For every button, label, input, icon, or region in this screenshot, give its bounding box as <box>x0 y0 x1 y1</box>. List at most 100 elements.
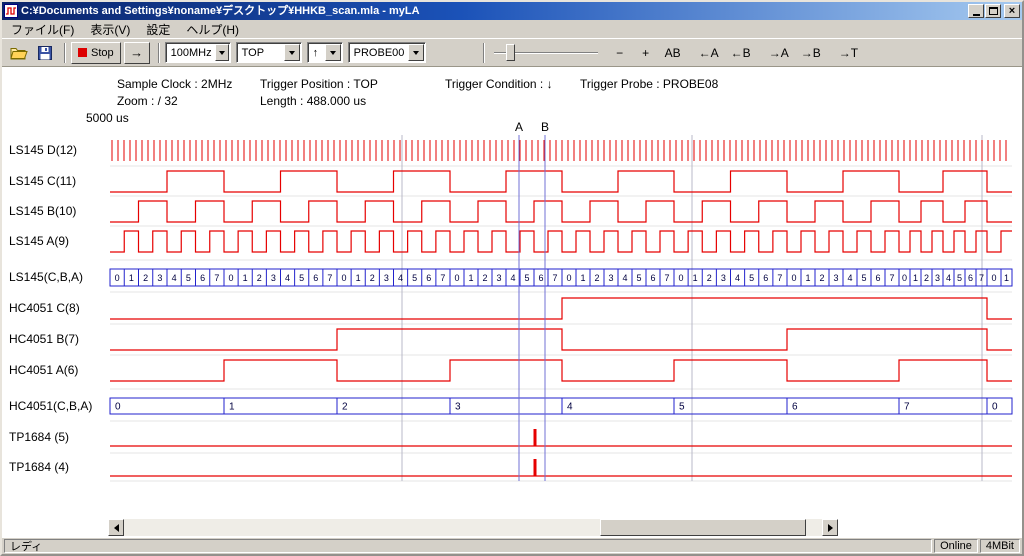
svg-text:5: 5 <box>524 273 529 283</box>
slider-thumb[interactable] <box>506 44 515 61</box>
channel-label: HC4051 A(6) <box>9 363 107 377</box>
channel-label: LS145 D(12) <box>9 143 107 157</box>
scrollbar-thumb[interactable] <box>600 519 806 536</box>
status-online: Online <box>934 539 978 553</box>
jump-cursor-b-right-button[interactable]: →B <box>796 42 826 64</box>
svg-text:4: 4 <box>285 273 290 283</box>
svg-text:6: 6 <box>538 273 543 283</box>
chevron-down-icon[interactable] <box>284 44 300 61</box>
svg-text:0: 0 <box>791 273 796 283</box>
svg-text:1: 1 <box>693 273 698 283</box>
svg-text:1: 1 <box>580 273 585 283</box>
svg-text:4: 4 <box>847 273 852 283</box>
jump-trigger-button[interactable]: →T <box>834 42 863 64</box>
stop-icon <box>78 48 87 57</box>
zoom-in-button[interactable]: + <box>634 42 658 64</box>
svg-text:3: 3 <box>455 402 461 413</box>
ab-cursor-button[interactable]: AB <box>660 42 686 64</box>
save-button[interactable] <box>33 42 57 64</box>
trigger-edge-value: ↑ <box>313 47 322 59</box>
channel-label: HC4051 B(7) <box>9 332 107 346</box>
svg-text:7: 7 <box>777 273 782 283</box>
status-bar: レディ Online 4MBit <box>2 538 1022 554</box>
svg-text:7: 7 <box>440 273 445 283</box>
channel-waveform <box>110 360 1012 381</box>
close-button[interactable]: × <box>1004 4 1020 18</box>
svg-text:5: 5 <box>679 402 685 413</box>
svg-text:0: 0 <box>679 273 684 283</box>
toolbar-separator <box>64 43 66 63</box>
svg-text:3: 3 <box>496 273 501 283</box>
svg-text:2: 2 <box>819 273 824 283</box>
svg-text:5: 5 <box>636 273 641 283</box>
open-file-button[interactable] <box>7 42 31 64</box>
svg-text:2: 2 <box>342 402 348 413</box>
run-button[interactable]: → <box>124 42 150 64</box>
svg-text:3: 3 <box>157 273 162 283</box>
channel-waveform: 0123456701234567012345670123456701234567… <box>110 269 1012 286</box>
trigger-edge-select[interactable]: ↑ <box>307 42 343 63</box>
trigger-position-select[interactable]: TOP <box>236 42 302 63</box>
app-window: C:¥Documents and Settings¥noname¥デスクトップ¥… <box>0 0 1024 556</box>
svg-text:6: 6 <box>313 273 318 283</box>
save-floppy-icon <box>38 46 52 60</box>
svg-text:4: 4 <box>398 273 403 283</box>
chevron-down-icon[interactable] <box>325 44 341 61</box>
cursor-label: A <box>515 120 523 134</box>
svg-text:2: 2 <box>370 273 375 283</box>
scroll-right-button[interactable] <box>822 519 838 536</box>
svg-text:4: 4 <box>946 273 951 283</box>
svg-text:3: 3 <box>271 273 276 283</box>
channel-label: LS145(C,B,A) <box>9 270 107 284</box>
menu-settings[interactable]: 設定 <box>138 19 178 40</box>
svg-text:1: 1 <box>805 273 810 283</box>
svg-text:7: 7 <box>979 273 984 283</box>
svg-text:2: 2 <box>594 273 599 283</box>
stop-button[interactable]: Stop <box>71 42 121 64</box>
svg-text:2: 2 <box>143 273 148 283</box>
menu-help[interactable]: ヘルプ(H) <box>178 19 247 40</box>
svg-text:5: 5 <box>412 273 417 283</box>
chevron-down-icon[interactable] <box>215 44 229 61</box>
status-message: レディ <box>4 539 932 553</box>
svg-text:6: 6 <box>792 402 798 413</box>
channel-waveform <box>110 231 1012 252</box>
svg-text:3: 3 <box>721 273 726 283</box>
minimize-button[interactable] <box>968 4 984 18</box>
svg-text:6: 6 <box>426 273 431 283</box>
channel-label: TP1684 (5) <box>9 430 107 444</box>
chevron-down-icon[interactable] <box>408 44 424 61</box>
svg-text:4: 4 <box>622 273 627 283</box>
jump-cursor-a-left-button[interactable]: ←A <box>694 42 724 64</box>
horizontal-scrollbar[interactable] <box>108 519 838 536</box>
svg-text:0: 0 <box>566 273 571 283</box>
jump-cursor-b-left-button[interactable]: ←B <box>726 42 756 64</box>
maximize-button[interactable] <box>985 4 1001 18</box>
cursor-label: B <box>541 120 549 134</box>
svg-text:7: 7 <box>214 273 219 283</box>
sample-clock-select[interactable]: 100MHz <box>165 42 231 63</box>
open-folder-icon <box>10 46 28 60</box>
menu-file[interactable]: ファイル(F) <box>3 19 82 40</box>
trigger-probe-select[interactable]: PROBE00 <box>348 42 426 63</box>
waveform-area: Sample Clock : 2MHz Trigger Position : T… <box>2 67 1022 538</box>
channel-label: LS145 B(10) <box>9 204 107 218</box>
svg-text:3: 3 <box>833 273 838 283</box>
zoom-out-button[interactable]: − <box>608 42 632 64</box>
jump-cursor-a-right-button[interactable]: →A <box>764 42 794 64</box>
scroll-right-icon <box>828 524 833 532</box>
channel-waveform: 012345670 <box>110 398 1012 414</box>
svg-text:4: 4 <box>172 273 177 283</box>
minimize-icon <box>973 14 980 16</box>
scroll-left-button[interactable] <box>108 519 124 536</box>
svg-text:5: 5 <box>957 273 962 283</box>
svg-text:0: 0 <box>454 273 459 283</box>
close-icon: × <box>1009 6 1015 16</box>
svg-text:0: 0 <box>229 273 234 283</box>
svg-text:4: 4 <box>510 273 515 283</box>
menu-view[interactable]: 表示(V) <box>82 19 138 40</box>
scrollbar-track[interactable] <box>124 519 822 536</box>
stop-label: Stop <box>91 47 114 59</box>
zoom-slider[interactable] <box>492 42 600 64</box>
svg-text:5: 5 <box>299 273 304 283</box>
